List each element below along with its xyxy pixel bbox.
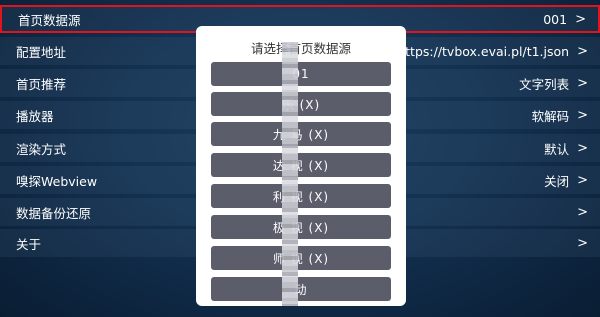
setting-value: https://tvbox.evai.pl/t1.json [397, 43, 570, 59]
source-option[interactable]: 动 [211, 277, 391, 301]
setting-value: 001 [543, 11, 568, 27]
source-option[interactable]: 乐 (X) [211, 92, 391, 116]
setting-label: 关于 [16, 236, 42, 252]
pixelated-redaction [282, 42, 298, 306]
setting-value: 默认 [544, 141, 570, 157]
chevron-right-icon: > [577, 107, 588, 123]
chevron-right-icon: > [577, 172, 588, 188]
chevron-right-icon: > [577, 140, 588, 156]
setting-label: 配置地址 [16, 44, 67, 60]
source-option[interactable]: 师 视 (X) [211, 246, 391, 270]
setting-label: 首页数据源 [18, 12, 81, 28]
chevron-right-icon: > [575, 11, 586, 27]
setting-label: 嗅探Webview [16, 173, 98, 189]
setting-value: 关闭 [544, 173, 570, 189]
select-source-dialog: 请选择首页数据源 01 乐 (X) 九 马 (X) 达 视 (X) 利 视 (X… [196, 26, 406, 306]
source-option[interactable]: 01 [211, 62, 391, 86]
source-option[interactable]: 达 视 (X) [211, 153, 391, 177]
setting-value: 文字列表 [519, 76, 570, 92]
source-option[interactable]: 利 视 (X) [211, 184, 391, 208]
source-option[interactable]: 九 马 (X) [211, 122, 391, 146]
setting-label: 数据备份还原 [16, 205, 92, 221]
setting-label: 首页推荐 [16, 76, 67, 92]
dialog-title: 请选择首页数据源 [250, 41, 351, 56]
setting-label: 播放器 [16, 108, 54, 124]
setting-label: 渲染方式 [16, 141, 67, 157]
chevron-right-icon: > [577, 204, 588, 220]
source-option[interactable]: 极 视 (X) [211, 215, 391, 239]
chevron-right-icon: > [577, 235, 588, 251]
setting-value: 软解码 [531, 108, 570, 124]
chevron-right-icon: > [577, 43, 588, 59]
chevron-right-icon: > [577, 75, 588, 91]
